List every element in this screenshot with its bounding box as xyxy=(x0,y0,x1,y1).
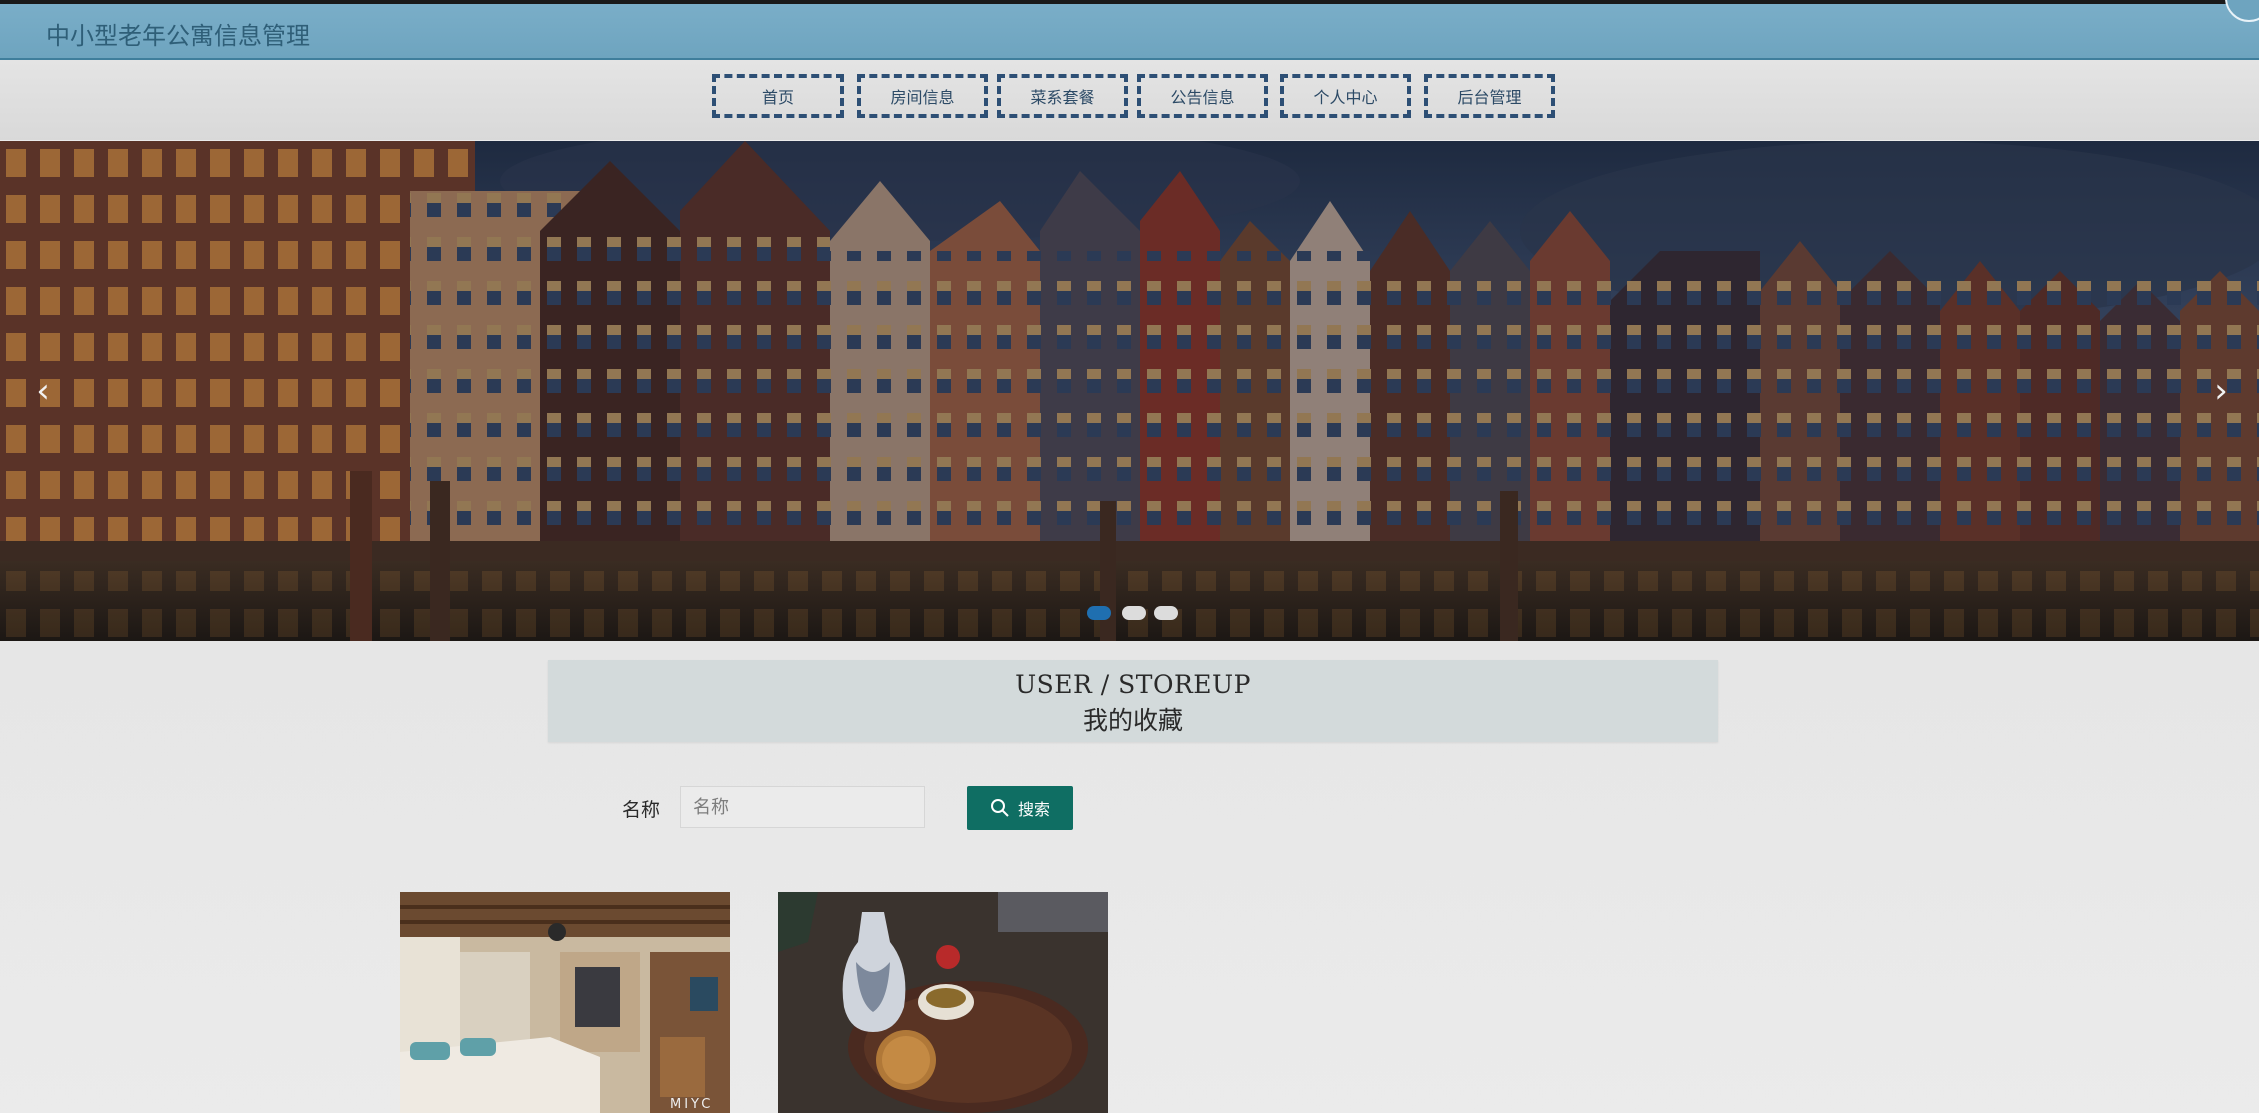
section-title-cn: 我的收藏 xyxy=(1082,706,1183,735)
carousel-dot-3[interactable] xyxy=(1154,606,1178,620)
header-bar: 中小型老年公寓信息管理 xyxy=(0,0,2259,60)
search-input[interactable] xyxy=(680,786,925,828)
carousel-dot-2[interactable] xyxy=(1122,606,1146,620)
search-label: 名称 xyxy=(622,799,661,821)
card-watermark: MIYC xyxy=(670,1097,713,1112)
site-title: 中小型老年公寓信息管理 xyxy=(46,22,310,50)
nav-item-home[interactable]: 首页 xyxy=(712,74,844,118)
nav-item-profile[interactable]: 个人中心 xyxy=(1280,74,1411,118)
storeup-card-1[interactable]: MIYC xyxy=(400,892,730,1113)
banner-carousel[interactable]: ‹ › xyxy=(0,141,2259,641)
user-avatar-icon[interactable] xyxy=(2225,0,2259,22)
carousel-dot-1[interactable] xyxy=(1087,606,1111,620)
search-icon xyxy=(990,799,1009,817)
bedroom-photo: MIYC xyxy=(400,892,730,1113)
nav-item-rooms[interactable]: 房间信息 xyxy=(857,74,988,118)
nav-item-admin[interactable]: 后台管理 xyxy=(1424,74,1555,118)
storeup-card-2[interactable] xyxy=(778,892,1108,1113)
section-title-en: USER / STOREUP xyxy=(1015,670,1251,699)
search-button-label: 搜索 xyxy=(1017,800,1050,819)
main-nav: 首页 房间信息 菜系套餐 公告信息 个人中心 后台管理 xyxy=(0,60,2259,140)
nav-item-meals[interactable]: 菜系套餐 xyxy=(997,74,1128,118)
section-title-box: USER / STOREUP 我的收藏 xyxy=(548,660,1718,742)
chevron-left-icon[interactable]: ‹ xyxy=(28,374,58,408)
chevron-right-icon[interactable]: › xyxy=(2206,374,2236,408)
tea-set-photo xyxy=(778,892,1108,1113)
nav-item-notices[interactable]: 公告信息 xyxy=(1137,74,1268,118)
search-button[interactable]: 搜索 xyxy=(967,786,1073,830)
banner-image xyxy=(0,141,2259,641)
